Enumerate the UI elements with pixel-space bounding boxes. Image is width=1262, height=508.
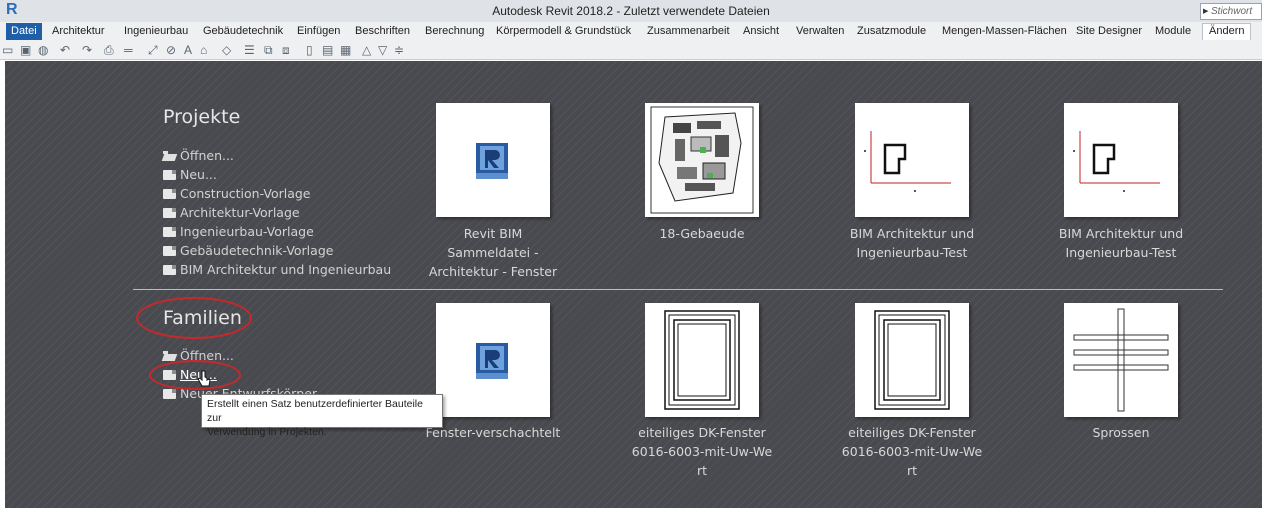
window-preview	[874, 310, 950, 410]
recent-family-label-4[interactable]: Sprossen	[1026, 423, 1216, 442]
mep-template-link[interactable]: Gebäudetechnik-Vorlage	[163, 241, 391, 260]
tab-verwalten[interactable]: Verwalten	[796, 24, 844, 40]
recent-family-thumbnail-4[interactable]	[1064, 303, 1178, 417]
dimension-icon[interactable]: ⤢	[148, 43, 158, 57]
window-title: Autodesk Revit 2018.2 - Zuletzt verwende…	[492, 4, 770, 18]
triangle-up-icon[interactable]: △	[362, 43, 371, 57]
tab-site-designer[interactable]: Site Designer	[1076, 24, 1142, 40]
folder-open-icon	[163, 151, 176, 161]
construction-template-link[interactable]: Construction-Vorlage	[163, 184, 391, 203]
architecture-template-link[interactable]: Architektur-Vorlage	[163, 203, 391, 222]
section-divider	[133, 289, 1223, 290]
redo-icon[interactable]: ↷	[82, 43, 92, 57]
print-icon[interactable]: ⎙	[104, 43, 114, 57]
tab-berechnung[interactable]: Berechnung	[425, 24, 484, 40]
title-bar: R Autodesk Revit 2018.2 - Zuletzt verwen…	[0, 0, 1262, 22]
tooltip-line-2: Verwendung in Projekten.	[207, 426, 327, 438]
tag-icon[interactable]: ⊘	[166, 43, 176, 57]
text-icon[interactable]: A	[184, 43, 192, 57]
bim-template-link[interactable]: BIM Architektur und Ingenieurbau	[163, 260, 391, 279]
hand-cursor-icon	[197, 370, 211, 387]
tab-mengen-massen-flaechen[interactable]: Mengen-Massen-Flächen	[942, 24, 1067, 40]
section-icon[interactable]: ◇	[222, 43, 231, 57]
expand-arrow-icon[interactable]: ▶	[1203, 4, 1208, 19]
site-plan-preview	[650, 106, 754, 214]
sheet-icon[interactable]: ▤	[322, 43, 333, 57]
recent-family-thumbnail-3[interactable]	[855, 303, 969, 417]
document-icon	[163, 227, 176, 237]
document-icon	[163, 189, 176, 199]
tab-datei[interactable]: Datei	[6, 23, 42, 40]
tab-zusammenarbeit[interactable]: Zusammenarbeit	[647, 24, 730, 40]
close-hidden-icon[interactable]: ⧉	[264, 43, 273, 57]
projects-heading: Projekte	[163, 106, 241, 128]
save-icon[interactable]: ▣	[20, 43, 31, 57]
tab-aendern[interactable]: Ändern	[1202, 23, 1252, 40]
tab-architektur[interactable]: Architektur	[52, 24, 105, 40]
tab-ingenieurbau[interactable]: Ingenieurbau	[124, 24, 188, 40]
tab-koerpermodell[interactable]: Körpermodell & Grundstück	[496, 24, 631, 40]
tooltip-line-1: Erstellt einen Satz benutzerdefinierter …	[207, 398, 423, 424]
document-icon	[163, 265, 176, 275]
3d-view-icon[interactable]: ⌂	[200, 43, 207, 57]
window-preview	[664, 310, 740, 410]
folder-open-icon	[163, 351, 176, 361]
recent-project-label-1[interactable]: Revit BIM Sammeldatei - Architektur - Fe…	[398, 224, 588, 281]
revit-logo-icon	[476, 143, 508, 179]
tab-zusatzmodule[interactable]: Zusatzmodule	[857, 24, 926, 40]
projects-open-link[interactable]: Öffnen...	[163, 146, 391, 165]
recent-project-label-4[interactable]: BIM Architektur und Ingenieurbau-Test	[1026, 224, 1216, 262]
recent-project-thumbnail-2[interactable]	[645, 103, 759, 217]
triangle-down-icon[interactable]: ▽	[378, 43, 387, 57]
revit-logo-icon	[476, 343, 508, 379]
switch-windows-icon[interactable]: ⧈	[282, 43, 290, 57]
families-heading: Familien	[163, 307, 242, 329]
quick-access-toolbar: ▭ ▣ ◍ ↶ ↷ ⎙ ═ ⤢ ⊘ A ⌂ ◇ ☰ ⧉ ⧈ ▯ ▤ ▦ △ ▽ …	[0, 40, 1262, 60]
recent-family-thumbnail-2[interactable]	[645, 303, 759, 417]
tooltip: Erstellt einen Satz benutzerdefinierter …	[201, 394, 443, 438]
recent-family-label-3[interactable]: eiteiliges DK-Fenster 6016-6003-mit-Uw-W…	[817, 423, 1007, 480]
open-icon[interactable]: ▭	[2, 43, 13, 57]
document-icon	[163, 389, 176, 399]
recent-family-label-2[interactable]: eiteiliges DK-Fenster 6016-6003-mit-Uw-W…	[607, 423, 797, 480]
recent-files-panel: Projekte Öffnen... Neu... Construction-V…	[5, 61, 1262, 508]
tab-ansicht[interactable]: Ansicht	[743, 24, 779, 40]
mullion-preview	[1073, 308, 1169, 412]
customize-toolbar-icon[interactable]: ≑	[394, 43, 404, 57]
ribbon-tabs: Datei Architektur Ingenieurbau Gebäudete…	[0, 22, 1262, 40]
search-input[interactable]: ▶ Stichwort	[1200, 3, 1262, 20]
floor-plan-preview	[1073, 131, 1160, 192]
structural-template-link[interactable]: Ingenieurbau-Vorlage	[163, 222, 391, 241]
undo-icon[interactable]: ↶	[60, 43, 70, 57]
projects-new-link[interactable]: Neu...	[163, 165, 391, 184]
tab-module[interactable]: Module	[1155, 24, 1191, 40]
tile-icon[interactable]: ▯	[306, 43, 313, 57]
recent-project-label-3[interactable]: BIM Architektur und Ingenieurbau-Test	[817, 224, 1007, 262]
projects-link-list: Öffnen... Neu... Construction-Vorlage Ar…	[163, 146, 391, 279]
document-icon	[163, 170, 176, 180]
measure-icon[interactable]: ═	[124, 43, 133, 57]
document-icon	[163, 208, 176, 218]
document-icon	[163, 246, 176, 256]
recent-family-thumbnail-1[interactable]	[436, 303, 550, 417]
recent-project-label-2[interactable]: 18-Gebaeude	[607, 224, 797, 243]
recent-project-thumbnail-4[interactable]	[1064, 103, 1178, 217]
recent-project-thumbnail-1[interactable]	[436, 103, 550, 217]
grid-icon[interactable]: ▦	[340, 43, 351, 57]
recent-project-thumbnail-3[interactable]	[855, 103, 969, 217]
tab-beschriften[interactable]: Beschriften	[355, 24, 410, 40]
floor-plan-preview	[864, 131, 951, 192]
search-placeholder: Stichwort	[1211, 6, 1253, 17]
highlight-ellipse-new	[149, 360, 241, 390]
tab-gebaeudetechnik[interactable]: Gebäudetechnik	[203, 24, 283, 40]
sync-icon[interactable]: ◍	[38, 43, 48, 57]
thin-lines-icon[interactable]: ☰	[244, 43, 255, 57]
tab-einfuegen[interactable]: Einfügen	[297, 24, 340, 40]
